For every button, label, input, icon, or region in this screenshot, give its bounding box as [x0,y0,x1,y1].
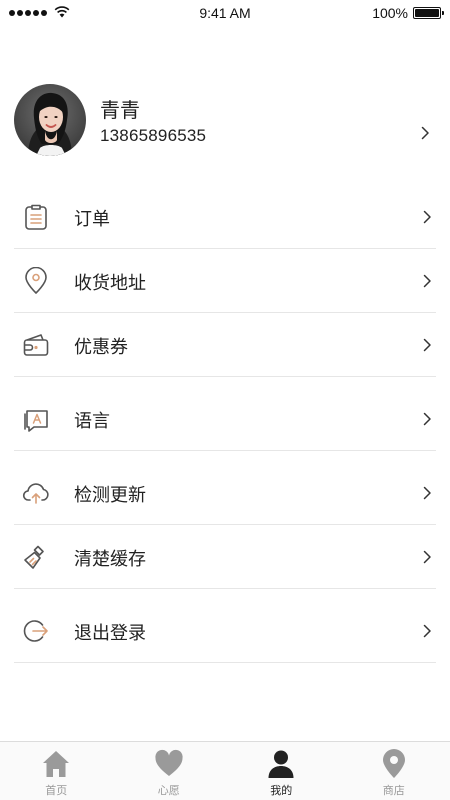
menu-item-clear-cache[interactable]: 清楚缓存 [14,525,436,589]
tab-label-store: 商店 [382,784,405,797]
chevron-right-icon [423,550,431,564]
menu-item-address[interactable]: 收货地址 [14,249,436,313]
broom-icon [24,545,44,569]
avatar-photo [14,84,86,156]
clipboard-list-icon [25,204,47,230]
battery-percent: 100% [372,5,408,21]
chevron-right-icon [423,210,431,224]
tab-label-wishlist: 心愿 [157,784,180,797]
language-icon [24,410,48,432]
menu-label-address: 收货地址 [74,273,146,294]
menu-label-coupons: 优惠券 [74,337,128,358]
chevron-right-icon [423,412,431,426]
menu-label-check-update: 检测更新 [74,485,146,506]
battery-full-icon [413,7,444,19]
tab-label-mine: 我的 [270,784,293,797]
menu-item-check-update[interactable]: 检测更新 [14,461,436,525]
menu-item-orders[interactable]: 订单 [14,185,436,249]
chevron-right-icon [423,338,431,352]
tab-label-home: 首页 [45,784,68,797]
user-avatar[interactable] [14,84,86,156]
user-name: 青青 [100,98,140,122]
menu-label-logout: 退出登录 [74,623,146,644]
tab-home[interactable]: 首页 [0,742,113,800]
menu-label-language: 语言 [74,411,110,432]
chevron-right-icon [423,486,431,500]
wallet-icon [23,334,49,356]
home-icon [43,751,70,777]
menu-item-logout[interactable]: 退出登录 [14,599,436,663]
logout-icon [23,620,48,642]
profile-header[interactable]: 青青 13865896535 [14,84,436,156]
bottom-tab-bar: 首页 心愿 我的 商店 [0,741,450,800]
heart-icon [155,749,183,776]
tab-wishlist[interactable]: 心愿 [113,742,226,800]
menu-label-orders: 订单 [74,209,110,230]
status-bar: 9:41 AM 100% [0,0,450,26]
menu-item-language[interactable]: 语言 [14,387,436,451]
settings-menu: 订单 收货地址 优惠券 语言 检测更新 清楚缓存 退出登录 [14,185,436,663]
menu-label-clear-cache: 清楚缓存 [74,549,146,570]
user-phone: 13865896535 [100,126,207,145]
map-pin-icon [382,749,405,778]
tab-store[interactable]: 商店 [338,742,450,800]
chevron-right-icon [423,274,431,288]
tab-mine[interactable]: 我的 [225,742,338,800]
chevron-right-icon [423,624,431,638]
cloud-upload-icon [22,483,49,504]
menu-item-coupons[interactable]: 优惠券 [14,313,436,377]
person-icon [268,750,294,778]
location-pin-icon [25,267,47,294]
chevron-right-icon [421,126,429,140]
